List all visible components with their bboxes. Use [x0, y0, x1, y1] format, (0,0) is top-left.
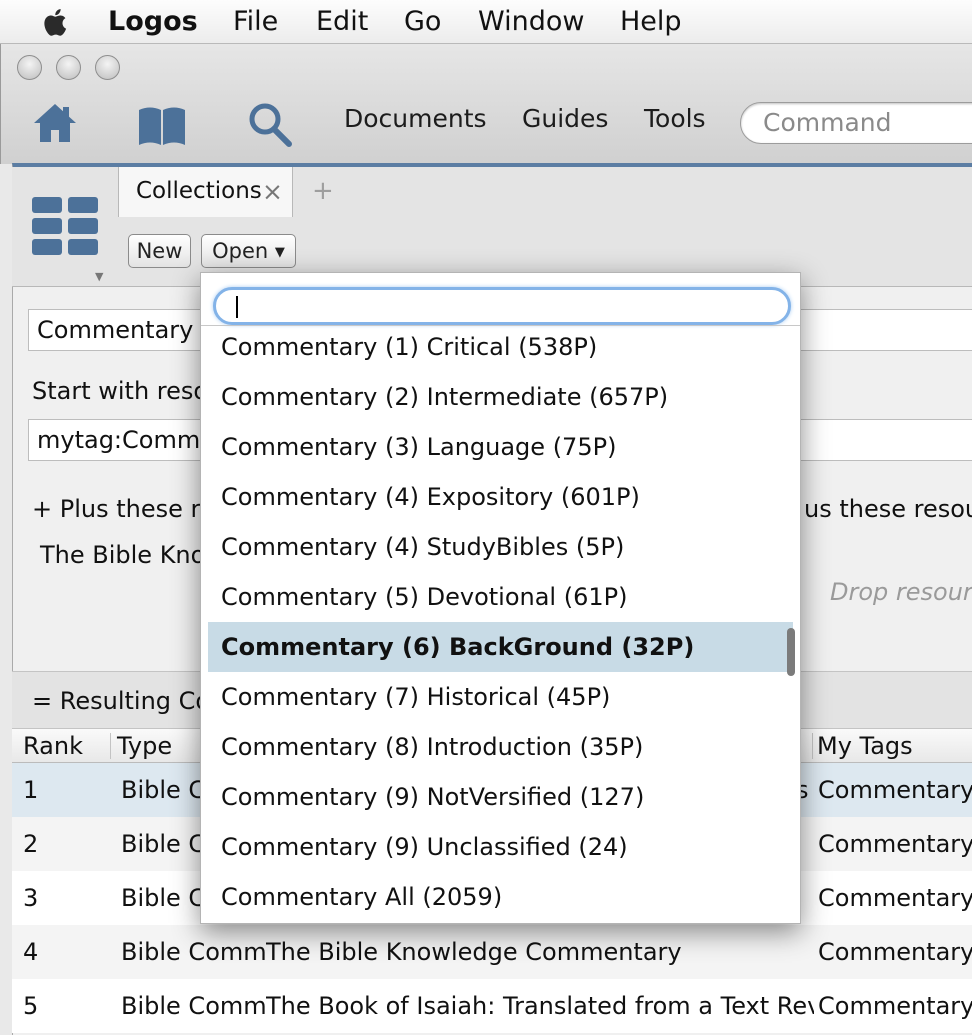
dropdown-item[interactable]: Commentary (9) Unclassified (24)	[208, 822, 793, 872]
column-my-tags[interactable]: My Tags	[817, 731, 913, 761]
rank-cell: 5	[23, 992, 39, 1020]
dropdown-item[interactable]: Commentary (4) Expository (601P)	[208, 472, 793, 522]
tab-label: Collections	[136, 178, 262, 204]
minimize-window-button[interactable]	[56, 55, 81, 80]
rank-cell: 4	[23, 938, 39, 966]
dropdown-item[interactable]: Commentary (1) Critical (538P)	[208, 322, 793, 372]
command-box[interactable]: Command	[740, 102, 972, 144]
menu-window[interactable]: Window	[478, 5, 584, 39]
menu-edit[interactable]: Edit	[316, 5, 368, 39]
text-cursor	[236, 296, 238, 318]
dropdown-item[interactable]: Commentary All (2059)	[208, 872, 793, 922]
title-cell: The Book of Isaiah: Translated from a Te…	[266, 992, 814, 1020]
open-button-label: Open	[212, 239, 269, 263]
resulting-collection-label: = Resulting Col	[32, 687, 217, 715]
rank-cell: 3	[23, 884, 39, 912]
home-icon[interactable]	[32, 100, 78, 146]
tags-cell: Commentary6	[818, 992, 972, 1020]
table-row[interactable]: 5 Bible Comm The Book of Isaiah: Translate…	[12, 979, 972, 1033]
rank-cell: 1	[23, 776, 39, 804]
tags-cell: Commentary6	[818, 776, 972, 804]
tab-close-icon[interactable]: ×	[262, 177, 283, 207]
open-book-icon[interactable]	[137, 104, 187, 146]
dropdown-item[interactable]: Commentary (3) Language (75P)	[208, 422, 793, 472]
dropdown-search-input[interactable]	[213, 287, 791, 325]
drop-resources-hint: Drop resourc	[830, 578, 972, 606]
column-rank[interactable]: Rank	[23, 731, 83, 761]
column-divider[interactable]	[110, 733, 111, 759]
dropdown-item[interactable]: Commentary (5) Devotional (61P)	[208, 572, 793, 622]
open-button[interactable]: Open ▼	[201, 234, 296, 268]
menu-go[interactable]: Go	[404, 5, 441, 39]
panel-menu-caret-icon[interactable]: ▼	[95, 270, 103, 283]
start-with-label: Start with reso	[32, 377, 209, 405]
minus-resources-label: us these resour	[804, 495, 972, 523]
dropdown-item[interactable]: Commentary (8) Introduction (35P)	[208, 722, 793, 772]
magnifier-icon[interactable]	[246, 100, 294, 148]
column-divider[interactable]	[812, 733, 813, 759]
dropdown-item[interactable]: Commentary (7) Historical (45P)	[208, 672, 793, 722]
open-collection-dropdown: Commentary (1) Critical (538P) Commentary…	[200, 272, 801, 924]
dropdown-item[interactable]: Commentary (2) Intermediate (657P)	[208, 372, 793, 422]
menu-file[interactable]: File	[233, 5, 278, 39]
column-type[interactable]: Type	[117, 731, 172, 761]
type-cell: Bible Comm	[121, 992, 266, 1020]
plus-resources-label: + Plus these re	[32, 495, 215, 523]
tags-cell: Commentary6	[818, 884, 972, 912]
apple-logo-icon[interactable]	[38, 4, 74, 40]
add-tab-icon[interactable]: +	[312, 176, 334, 206]
dropdown-item[interactable]: Commentary (9) NotVersified (127)	[208, 772, 793, 822]
nav-tools[interactable]: Tools	[644, 100, 706, 138]
title-cell: The Bible Knowledge Commentary	[266, 938, 682, 966]
new-button[interactable]: New	[128, 234, 191, 268]
rank-cell: 2	[23, 830, 39, 858]
zoom-window-button[interactable]	[95, 55, 120, 80]
nav-guides[interactable]: Guides	[522, 100, 608, 138]
tags-cell: Commentary2	[818, 938, 972, 966]
type-cell: Bible Comm	[121, 938, 266, 966]
dropdown-item[interactable]: Commentary (6) BackGround (32P)	[208, 622, 793, 672]
dropdown-item[interactable]: Commentary (4) StudyBibles (5P)	[208, 522, 793, 572]
chevron-down-icon: ▼	[274, 245, 285, 260]
nav-documents[interactable]: Documents	[344, 100, 487, 138]
dropdown-scrollbar[interactable]	[787, 628, 795, 676]
collections-library-icon[interactable]	[30, 195, 102, 257]
plus-resource-item[interactable]: The Bible Know	[40, 539, 225, 571]
menu-app-name[interactable]: Logos	[108, 5, 198, 39]
menu-bar: Logos File Edit Go Window Help	[0, 0, 972, 44]
close-window-button[interactable]	[17, 55, 42, 80]
menu-help[interactable]: Help	[620, 5, 682, 39]
table-row[interactable]: 4 Bible Comm The Bible Knowledge Commentar…	[12, 925, 972, 979]
tags-cell: Commentary6	[818, 830, 972, 858]
